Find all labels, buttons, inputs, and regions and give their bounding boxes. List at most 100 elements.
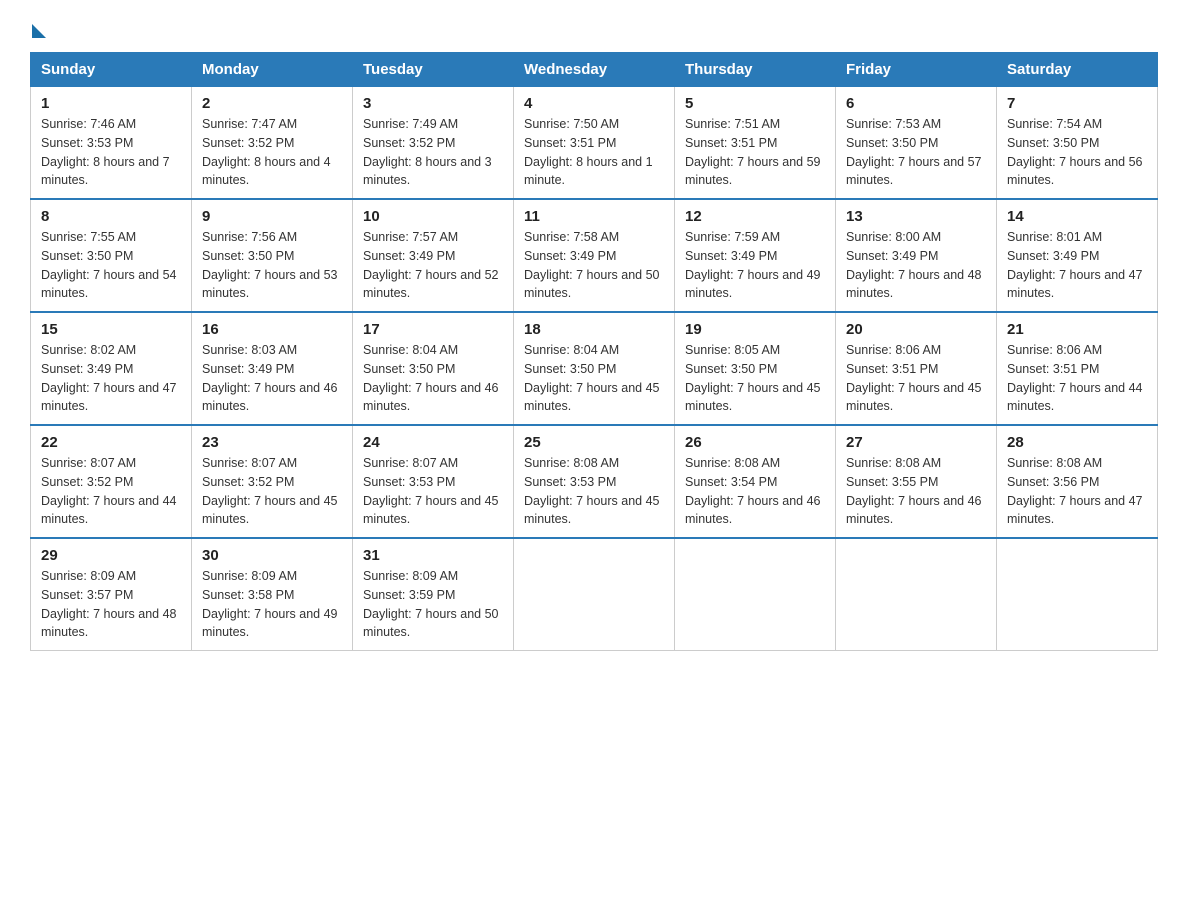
calendar-cell: 18 Sunrise: 8:04 AMSunset: 3:50 PMDaylig… — [514, 312, 675, 425]
day-number: 14 — [1007, 208, 1147, 225]
day-info: Sunrise: 8:01 AMSunset: 3:49 PMDaylight:… — [1007, 230, 1143, 300]
day-info: Sunrise: 8:08 AMSunset: 3:56 PMDaylight:… — [1007, 456, 1143, 526]
header-tuesday: Tuesday — [353, 53, 514, 87]
day-info: Sunrise: 8:09 AMSunset: 3:57 PMDaylight:… — [41, 569, 177, 639]
calendar-week-row: 8 Sunrise: 7:55 AMSunset: 3:50 PMDayligh… — [31, 199, 1158, 312]
calendar-week-row: 22 Sunrise: 8:07 AMSunset: 3:52 PMDaylig… — [31, 425, 1158, 538]
day-number: 19 — [685, 321, 825, 338]
day-number: 7 — [1007, 95, 1147, 112]
calendar-cell: 29 Sunrise: 8:09 AMSunset: 3:57 PMDaylig… — [31, 538, 192, 651]
day-number: 9 — [202, 208, 342, 225]
logo — [30, 20, 46, 34]
calendar-header-row: SundayMondayTuesdayWednesdayThursdayFrid… — [31, 53, 1158, 87]
day-info: Sunrise: 8:08 AMSunset: 3:53 PMDaylight:… — [524, 456, 660, 526]
day-info: Sunrise: 7:54 AMSunset: 3:50 PMDaylight:… — [1007, 117, 1143, 187]
calendar-cell: 25 Sunrise: 8:08 AMSunset: 3:53 PMDaylig… — [514, 425, 675, 538]
day-number: 15 — [41, 321, 181, 338]
calendar-cell: 23 Sunrise: 8:07 AMSunset: 3:52 PMDaylig… — [192, 425, 353, 538]
day-number: 29 — [41, 547, 181, 564]
day-info: Sunrise: 7:50 AMSunset: 3:51 PMDaylight:… — [524, 117, 653, 187]
day-number: 6 — [846, 95, 986, 112]
day-info: Sunrise: 7:57 AMSunset: 3:49 PMDaylight:… — [363, 230, 499, 300]
day-info: Sunrise: 8:00 AMSunset: 3:49 PMDaylight:… — [846, 230, 982, 300]
calendar-cell: 6 Sunrise: 7:53 AMSunset: 3:50 PMDayligh… — [836, 87, 997, 200]
calendar-cell: 11 Sunrise: 7:58 AMSunset: 3:49 PMDaylig… — [514, 199, 675, 312]
calendar-cell: 2 Sunrise: 7:47 AMSunset: 3:52 PMDayligh… — [192, 87, 353, 200]
calendar-cell: 15 Sunrise: 8:02 AMSunset: 3:49 PMDaylig… — [31, 312, 192, 425]
calendar-cell — [997, 538, 1158, 651]
calendar-week-row: 1 Sunrise: 7:46 AMSunset: 3:53 PMDayligh… — [31, 87, 1158, 200]
day-number: 30 — [202, 547, 342, 564]
day-info: Sunrise: 8:02 AMSunset: 3:49 PMDaylight:… — [41, 343, 177, 413]
calendar-cell: 17 Sunrise: 8:04 AMSunset: 3:50 PMDaylig… — [353, 312, 514, 425]
day-info: Sunrise: 8:07 AMSunset: 3:52 PMDaylight:… — [41, 456, 177, 526]
calendar-cell: 8 Sunrise: 7:55 AMSunset: 3:50 PMDayligh… — [31, 199, 192, 312]
day-info: Sunrise: 8:09 AMSunset: 3:59 PMDaylight:… — [363, 569, 499, 639]
day-number: 17 — [363, 321, 503, 338]
day-info: Sunrise: 8:08 AMSunset: 3:55 PMDaylight:… — [846, 456, 982, 526]
day-info: Sunrise: 7:59 AMSunset: 3:49 PMDaylight:… — [685, 230, 821, 300]
header-monday: Monday — [192, 53, 353, 87]
day-number: 10 — [363, 208, 503, 225]
day-info: Sunrise: 8:06 AMSunset: 3:51 PMDaylight:… — [846, 343, 982, 413]
calendar-cell: 26 Sunrise: 8:08 AMSunset: 3:54 PMDaylig… — [675, 425, 836, 538]
header-saturday: Saturday — [997, 53, 1158, 87]
header-friday: Friday — [836, 53, 997, 87]
day-number: 1 — [41, 95, 181, 112]
day-number: 24 — [363, 434, 503, 451]
day-info: Sunrise: 7:55 AMSunset: 3:50 PMDaylight:… — [41, 230, 177, 300]
day-number: 20 — [846, 321, 986, 338]
day-number: 26 — [685, 434, 825, 451]
calendar-week-row: 15 Sunrise: 8:02 AMSunset: 3:49 PMDaylig… — [31, 312, 1158, 425]
day-number: 22 — [41, 434, 181, 451]
day-number: 25 — [524, 434, 664, 451]
day-info: Sunrise: 8:04 AMSunset: 3:50 PMDaylight:… — [524, 343, 660, 413]
day-info: Sunrise: 8:09 AMSunset: 3:58 PMDaylight:… — [202, 569, 338, 639]
calendar-cell: 4 Sunrise: 7:50 AMSunset: 3:51 PMDayligh… — [514, 87, 675, 200]
day-info: Sunrise: 8:03 AMSunset: 3:49 PMDaylight:… — [202, 343, 338, 413]
day-number: 23 — [202, 434, 342, 451]
day-number: 28 — [1007, 434, 1147, 451]
day-info: Sunrise: 7:51 AMSunset: 3:51 PMDaylight:… — [685, 117, 821, 187]
calendar-cell — [514, 538, 675, 651]
day-number: 4 — [524, 95, 664, 112]
day-info: Sunrise: 8:04 AMSunset: 3:50 PMDaylight:… — [363, 343, 499, 413]
calendar-table: SundayMondayTuesdayWednesdayThursdayFrid… — [30, 52, 1158, 651]
calendar-cell: 30 Sunrise: 8:09 AMSunset: 3:58 PMDaylig… — [192, 538, 353, 651]
header-sunday: Sunday — [31, 53, 192, 87]
day-info: Sunrise: 7:56 AMSunset: 3:50 PMDaylight:… — [202, 230, 338, 300]
day-number: 3 — [363, 95, 503, 112]
header-thursday: Thursday — [675, 53, 836, 87]
calendar-cell: 22 Sunrise: 8:07 AMSunset: 3:52 PMDaylig… — [31, 425, 192, 538]
day-number: 5 — [685, 95, 825, 112]
calendar-cell: 21 Sunrise: 8:06 AMSunset: 3:51 PMDaylig… — [997, 312, 1158, 425]
day-number: 31 — [363, 547, 503, 564]
day-info: Sunrise: 8:07 AMSunset: 3:53 PMDaylight:… — [363, 456, 499, 526]
day-number: 8 — [41, 208, 181, 225]
calendar-cell: 20 Sunrise: 8:06 AMSunset: 3:51 PMDaylig… — [836, 312, 997, 425]
day-info: Sunrise: 8:06 AMSunset: 3:51 PMDaylight:… — [1007, 343, 1143, 413]
day-info: Sunrise: 8:07 AMSunset: 3:52 PMDaylight:… — [202, 456, 338, 526]
calendar-cell: 3 Sunrise: 7:49 AMSunset: 3:52 PMDayligh… — [353, 87, 514, 200]
logo-arrow-icon — [32, 24, 46, 38]
calendar-cell: 28 Sunrise: 8:08 AMSunset: 3:56 PMDaylig… — [997, 425, 1158, 538]
calendar-week-row: 29 Sunrise: 8:09 AMSunset: 3:57 PMDaylig… — [31, 538, 1158, 651]
page-header — [30, 20, 1158, 34]
day-info: Sunrise: 7:47 AMSunset: 3:52 PMDaylight:… — [202, 117, 331, 187]
day-number: 12 — [685, 208, 825, 225]
calendar-cell: 14 Sunrise: 8:01 AMSunset: 3:49 PMDaylig… — [997, 199, 1158, 312]
calendar-cell: 9 Sunrise: 7:56 AMSunset: 3:50 PMDayligh… — [192, 199, 353, 312]
day-info: Sunrise: 7:46 AMSunset: 3:53 PMDaylight:… — [41, 117, 170, 187]
calendar-cell: 12 Sunrise: 7:59 AMSunset: 3:49 PMDaylig… — [675, 199, 836, 312]
day-info: Sunrise: 8:05 AMSunset: 3:50 PMDaylight:… — [685, 343, 821, 413]
calendar-cell — [675, 538, 836, 651]
calendar-cell: 13 Sunrise: 8:00 AMSunset: 3:49 PMDaylig… — [836, 199, 997, 312]
day-number: 2 — [202, 95, 342, 112]
calendar-cell: 31 Sunrise: 8:09 AMSunset: 3:59 PMDaylig… — [353, 538, 514, 651]
day-number: 18 — [524, 321, 664, 338]
header-wednesday: Wednesday — [514, 53, 675, 87]
calendar-cell: 24 Sunrise: 8:07 AMSunset: 3:53 PMDaylig… — [353, 425, 514, 538]
calendar-cell: 7 Sunrise: 7:54 AMSunset: 3:50 PMDayligh… — [997, 87, 1158, 200]
day-number: 21 — [1007, 321, 1147, 338]
day-info: Sunrise: 7:53 AMSunset: 3:50 PMDaylight:… — [846, 117, 982, 187]
